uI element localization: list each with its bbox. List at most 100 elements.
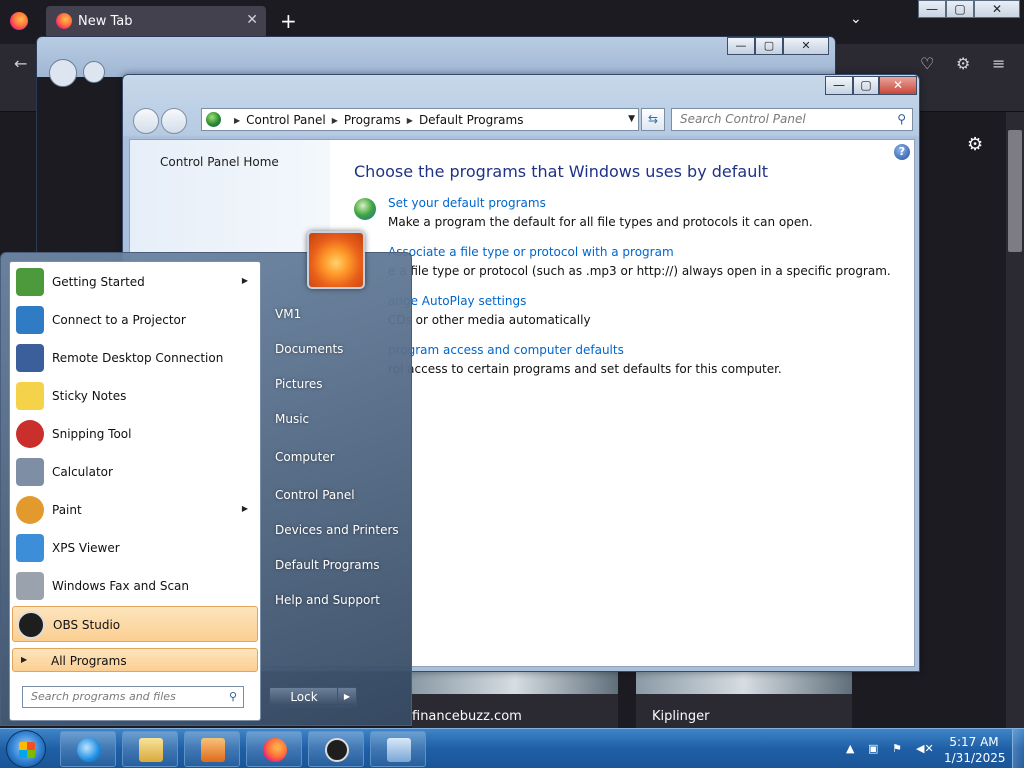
- cp-address-bar[interactable]: ▶ Control Panel ▶ Programs ▶ Default Programs…: [201, 108, 639, 131]
- tray-expand-icon[interactable]: ▲: [846, 742, 854, 755]
- taskbar-media-player[interactable]: [184, 731, 240, 767]
- firefox-close-button[interactable]: ✕: [974, 0, 1020, 18]
- start-right-user[interactable]: VM1: [275, 307, 301, 321]
- start-item-label: XPS Viewer: [52, 541, 120, 555]
- start-item-label: Sticky Notes: [52, 389, 127, 403]
- fax-scan-icon: [16, 572, 44, 600]
- cp-forward-icon[interactable]: [161, 108, 187, 134]
- start-item-remote-desktop[interactable]: Remote Desktop Connection: [12, 340, 258, 376]
- start-item-obs-studio[interactable]: OBS Studio: [12, 606, 258, 642]
- remote-desktop-icon: [16, 344, 44, 372]
- firefox-tab-list-icon[interactable]: ⌄: [850, 11, 862, 27]
- cp-maximize-button[interactable]: ▢: [853, 76, 879, 95]
- network-icon[interactable]: ▣: [868, 742, 878, 755]
- bg-window-maximize-button[interactable]: ▢: [755, 37, 783, 55]
- volume-muted-icon[interactable]: ◀✕: [916, 742, 934, 755]
- start-right-pictures[interactable]: Pictures: [275, 377, 323, 391]
- start-right-computer[interactable]: Computer: [275, 450, 335, 464]
- start-item-label: Remote Desktop Connection: [52, 351, 224, 365]
- media-player-icon: [201, 738, 225, 762]
- task-link[interactable]: program access and computer defaults: [388, 343, 624, 357]
- start-right-documents[interactable]: Documents: [275, 342, 343, 356]
- firefox-menu-icon[interactable]: ≡: [992, 54, 1005, 73]
- firefox-tab-close-icon[interactable]: ✕: [246, 12, 258, 28]
- task-link[interactable]: Set your default programs: [388, 196, 546, 210]
- snipping-tool-icon: [16, 420, 44, 448]
- all-programs-button[interactable]: ▶ All Programs: [12, 648, 258, 672]
- page-title: Choose the programs that Windows uses by…: [354, 162, 769, 181]
- clock-time: 5:17 AM: [949, 735, 999, 749]
- start-right-control-panel[interactable]: Control Panel: [275, 488, 355, 502]
- taskbar-internet-explorer[interactable]: [60, 731, 116, 767]
- firefox-pocket-icon[interactable]: ♡: [920, 54, 934, 73]
- firefox-tab-favicon-icon: [56, 13, 72, 29]
- start-right-help-support[interactable]: Help and Support: [275, 593, 380, 607]
- windows-logo-icon: [19, 742, 35, 758]
- action-center-flag-icon[interactable]: ⚑: [892, 742, 902, 755]
- cp-back-icon[interactable]: [133, 108, 159, 134]
- user-picture-avatar[interactable]: [307, 231, 365, 289]
- start-button[interactable]: [6, 730, 46, 768]
- address-dropdown-icon[interactable]: ▼: [628, 114, 635, 124]
- cp-refresh-icon[interactable]: ⇆: [641, 108, 665, 131]
- start-right-devices-printers[interactable]: Devices and Printers: [275, 523, 399, 537]
- start-right-default-programs[interactable]: Default Programs: [275, 558, 380, 572]
- obs-icon: [325, 738, 349, 762]
- start-item-xps-viewer[interactable]: XPS Viewer: [12, 530, 258, 566]
- submenu-arrow-icon: ▶: [241, 504, 248, 513]
- taskbar-control-panel[interactable]: [370, 731, 426, 767]
- task-description: Make a program the default for all file …: [388, 215, 813, 229]
- cp-minimize-button[interactable]: —: [825, 76, 853, 95]
- search-icon[interactable]: ⚲: [229, 690, 237, 703]
- start-item-label: Getting Started: [52, 275, 145, 289]
- start-item-calculator[interactable]: Calculator: [12, 454, 258, 490]
- lock-options-arrow-icon[interactable]: ▶: [337, 687, 357, 707]
- newtab-settings-gear-icon[interactable]: ⚙: [967, 134, 983, 155]
- lock-button[interactable]: Lock: [269, 687, 339, 707]
- submenu-arrow-icon: ▶: [241, 276, 248, 285]
- firefox-extensions-icon[interactable]: ⚙: [956, 54, 970, 73]
- firefox-maximize-button[interactable]: ▢: [946, 0, 974, 18]
- clock-date: 1/31/2025: [944, 751, 1006, 765]
- bg-window-forward-icon[interactable]: [83, 61, 105, 83]
- xps-viewer-icon: [16, 534, 44, 562]
- breadcrumb-programs[interactable]: Programs: [344, 113, 401, 127]
- taskbar-explorer[interactable]: [122, 731, 178, 767]
- firefox-minimize-button[interactable]: —: [918, 0, 946, 18]
- breadcrumb-control-panel[interactable]: Control Panel: [246, 113, 326, 127]
- firefox-new-tab-button[interactable]: +: [280, 9, 297, 33]
- bg-window-minimize-button[interactable]: —: [727, 37, 755, 55]
- show-desktop-button[interactable]: [1012, 729, 1024, 768]
- start-item-fax-scan[interactable]: Windows Fax and Scan: [12, 568, 258, 604]
- clock[interactable]: 5:17 AM 1/31/2025: [944, 734, 1006, 766]
- breadcrumb-separator-icon[interactable]: ▶: [332, 116, 338, 125]
- search-icon[interactable]: ⚲: [897, 112, 906, 126]
- bg-window-close-button[interactable]: ✕: [783, 37, 829, 55]
- start-item-paint[interactable]: Paint ▶: [12, 492, 258, 528]
- task-description: e a file type or protocol (such as .mp3 …: [388, 264, 891, 278]
- all-programs-label: All Programs: [51, 654, 127, 668]
- taskbar-firefox[interactable]: [246, 731, 302, 767]
- start-search-input[interactable]: Search programs and files ⚲: [22, 686, 244, 708]
- start-item-sticky-notes[interactable]: Sticky Notes: [12, 378, 258, 414]
- start-item-connect-projector[interactable]: Connect to a Projector: [12, 302, 258, 338]
- task-link[interactable]: Associate a file type or protocol with a…: [388, 245, 674, 259]
- start-item-snipping-tool[interactable]: Snipping Tool: [12, 416, 258, 452]
- taskbar-obs[interactable]: [308, 731, 364, 767]
- firefox-back-icon[interactable]: ←: [14, 54, 27, 73]
- breadcrumb-default-programs[interactable]: Default Programs: [419, 113, 524, 127]
- start-item-getting-started[interactable]: Getting Started ▶: [12, 264, 258, 300]
- obs-icon: [17, 611, 45, 639]
- firefox-tab-new-tab[interactable]: New Tab ✕: [46, 6, 266, 38]
- control-panel-home-link[interactable]: Control Panel Home: [160, 155, 279, 169]
- newtab-card-label: financebuzz.com: [412, 709, 522, 724]
- cp-close-button[interactable]: ✕: [879, 76, 917, 95]
- bg-window-back-icon[interactable]: [49, 59, 77, 87]
- breadcrumb-separator-icon[interactable]: ▶: [407, 116, 413, 125]
- help-icon[interactable]: ?: [894, 144, 910, 160]
- cp-search-input[interactable]: Search Control Panel ⚲: [671, 108, 913, 131]
- start-menu: Getting Started ▶ Connect to a Projector…: [0, 231, 412, 726]
- breadcrumb: ▶ Control Panel ▶ Programs ▶ Default Programs: [228, 113, 523, 127]
- firefox-scrollbar-thumb[interactable]: [1008, 130, 1022, 252]
- start-right-music[interactable]: Music: [275, 412, 309, 426]
